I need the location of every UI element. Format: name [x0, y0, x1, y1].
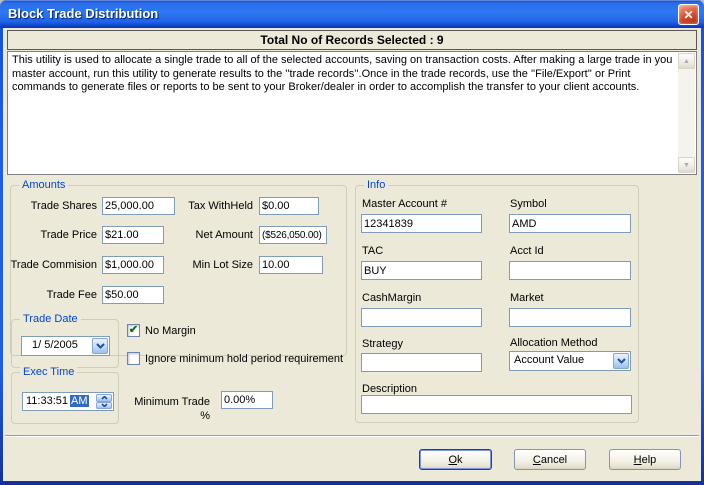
ignore-min-hold-checkbox[interactable] [127, 352, 140, 365]
master-account-label: Master Account # [362, 198, 447, 210]
chevron-up-icon [100, 395, 108, 400]
trade-date-dropdown-button[interactable] [92, 338, 108, 354]
ok-button[interactable]: Ok [419, 449, 492, 470]
trade-fee-input[interactable] [102, 286, 164, 304]
min-lot-size-label: Min Lot Size [192, 259, 253, 271]
symbol-input[interactable] [509, 214, 631, 233]
trade-date-picker[interactable]: 1/ 5/2005 [21, 336, 110, 356]
trade-date-value: 1/ 5/2005 [32, 339, 78, 351]
trade-date-group: Trade Date 1/ 5/2005 [11, 312, 119, 368]
trade-fee-label: Trade Fee [46, 289, 97, 301]
tac-input[interactable] [361, 261, 482, 280]
master-account-input[interactable] [361, 214, 482, 233]
no-margin-checkbox[interactable]: ✔ [127, 324, 140, 337]
tac-label: TAC [362, 245, 384, 257]
allocation-method-select[interactable]: Account Value [509, 351, 631, 371]
market-label: Market [510, 292, 544, 304]
acct-id-input[interactable] [509, 261, 631, 280]
net-amount-input[interactable] [259, 226, 327, 244]
utility-description-text: This utility is used to allocate a singl… [12, 54, 673, 93]
trade-commision-input[interactable] [102, 256, 164, 274]
trade-price-input[interactable] [102, 226, 164, 244]
scrollbar-down-button[interactable]: ▼ [678, 157, 695, 173]
net-amount-label: Net Amount [195, 229, 253, 241]
acct-id-label: Acct Id [510, 245, 544, 257]
trade-date-group-label: Trade Date [20, 312, 81, 326]
help-button[interactable]: Help [609, 449, 681, 470]
description-label: Description [362, 383, 418, 395]
close-button[interactable]: ✕ [678, 4, 699, 25]
exec-time-picker[interactable]: 11:33:51 AM [22, 392, 114, 411]
allocation-method-label: Allocation Method [510, 337, 598, 349]
close-icon: ✕ [683, 7, 694, 22]
scroll-up-icon: ▲ [683, 57, 690, 65]
info-group-label: Info [364, 178, 389, 192]
spinner-up-button[interactable] [96, 394, 112, 402]
info-group: Info Master Account # Symbol TAC Acct Id… [355, 178, 639, 423]
checkmark-icon: ✔ [128, 324, 139, 336]
scroll-down-icon: ▼ [683, 161, 690, 169]
market-input[interactable] [509, 308, 631, 327]
dialog-body: Total No of Records Selected : 9 This ut… [3, 28, 701, 481]
exec-time-spinner [96, 394, 112, 409]
ignore-min-hold-label[interactable]: Ignore minimum hold period requirement [145, 352, 343, 366]
exec-time-value: 11:33:51 AM [26, 395, 89, 407]
allocation-method-dropdown-button[interactable] [613, 353, 629, 369]
description-input[interactable] [361, 395, 632, 414]
block-trade-dialog: Block Trade Distribution ✕ Total No of R… [0, 0, 704, 485]
titlebar: Block Trade Distribution ✕ [0, 0, 704, 28]
exec-time-group-label: Exec Time [20, 365, 78, 379]
trade-shares-label: Trade Shares [30, 200, 97, 212]
trade-commision-label: Trade Commision [10, 259, 97, 271]
exec-time-meridiem: AM [70, 395, 89, 407]
strategy-label: Strategy [362, 338, 403, 350]
strategy-input[interactable] [361, 353, 482, 372]
description-scrollbar[interactable]: ▲ ▼ [678, 53, 695, 173]
no-margin-label[interactable]: No Margin [145, 324, 196, 338]
cash-margin-input[interactable] [361, 308, 482, 327]
chevron-down-icon [100, 403, 108, 408]
minimum-trade-label: Minimum Trade % [134, 396, 210, 422]
spinner-down-button[interactable] [96, 401, 112, 409]
chevron-down-icon [616, 358, 626, 364]
exec-time-group: Exec Time 11:33:51 AM [11, 365, 119, 424]
scrollbar-up-button[interactable]: ▲ [678, 53, 695, 69]
cash-margin-label: CashMargin [362, 292, 422, 304]
allocation-method-value: Account Value [514, 354, 585, 366]
window-title: Block Trade Distribution [8, 6, 159, 21]
symbol-label: Symbol [510, 198, 547, 210]
tax-withheld-label: Tax WithHeld [188, 200, 253, 212]
utility-description-panel: This utility is used to allocate a singl… [7, 51, 697, 175]
trade-price-label: Trade Price [40, 229, 97, 241]
amounts-group-label: Amounts [19, 178, 69, 192]
records-selected-text: Total No of Records Selected : 9 [260, 33, 444, 47]
button-separator [5, 435, 699, 437]
min-lot-size-input[interactable] [259, 256, 323, 274]
minimum-trade-input[interactable] [221, 391, 273, 409]
tax-withheld-input[interactable] [259, 197, 319, 215]
chevron-down-icon [95, 343, 105, 349]
records-selected-header: Total No of Records Selected : 9 [7, 30, 697, 50]
cancel-button[interactable]: Cancel [514, 449, 586, 470]
